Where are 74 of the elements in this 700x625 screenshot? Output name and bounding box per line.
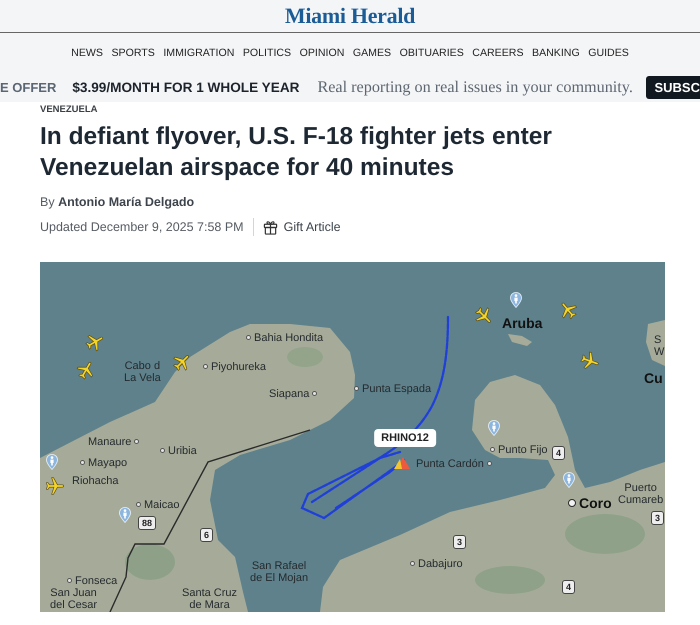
place-dot-icon [490,447,495,452]
place-label: Punto Fijo [498,444,548,456]
forest-area [475,566,545,594]
place-label: Uribia [168,444,197,456]
place-label: Coro [579,494,612,510]
airplane-icon [45,476,65,496]
forest-area [125,544,175,580]
nav-link[interactable]: SPORTS [111,47,155,59]
place-label: W [654,346,664,358]
headline: In defiant flyover, U.S. F-18 fighter jets enter Venezuelan airspace for 40 minutes [40,122,553,183]
gift-icon [262,220,278,234]
nav-link[interactable]: OBITUARIES [400,47,464,59]
route-sign: 88 [138,516,156,530]
route-sign: 4 [562,580,576,594]
nav-link[interactable]: POLITICS [242,47,292,59]
place-dot-icon [67,578,72,583]
place-label: Siapana [269,388,310,400]
place-label: Mayapo [88,456,128,468]
place-dot-icon [134,439,140,444]
place-dot-icon [354,386,359,391]
nav-link[interactable]: OPINION [300,47,344,59]
place-dot-icon [136,502,141,507]
nav-link[interactable]: CAREERS [472,47,524,59]
updated-date: Updated December 9, 2025 7:58 PM [40,220,244,234]
place-label: Bahia Hondita [254,332,324,344]
site-logo[interactable]: Miami Herald [284,3,416,29]
subscribe-button[interactable]: SUBSC [646,76,700,99]
route-sign: 6 [200,528,214,542]
place-label: San Juan del Cesar [50,586,98,610]
location-pin-icon [488,420,500,436]
place-label: Cu [644,370,663,386]
nav-link[interactable]: NEWS [71,47,103,59]
place-label: Cabo d La Vela [124,360,161,384]
place-label: Piyohureka [211,360,266,372]
place-dot-icon [80,460,85,465]
place-label: Riohacha [72,474,118,486]
place-dot-icon [486,461,492,466]
place-label: Fonseca [75,574,118,586]
location-pin-icon [563,472,575,488]
place-label: Santa Cruz de Mara [182,586,238,610]
place-label: Maicao [144,498,180,510]
byline: By Antonio María Delgado [40,194,196,211]
land-area [646,320,665,366]
place-dot-icon [203,364,208,369]
section-link[interactable]: VENEZUELA [40,104,660,116]
route-sign: 4 [552,446,566,460]
place-label: S [654,334,662,346]
route-sign: 3 [651,510,664,524]
offer-label: E OFFER [0,80,56,95]
place-dot-icon [312,391,318,396]
nav-link[interactable]: IMMIGRATION [163,47,234,59]
aircraft-marker-icon [393,456,411,470]
place-label: Manaure [88,436,132,448]
price-text: $3.99/MONTH FOR 1 WHOLE YEAR [72,80,300,95]
location-pin-icon [510,292,522,308]
promo-tagline: Real reporting on real issues in your community. [317,78,633,97]
gift-article-button[interactable]: Gift Article [262,220,341,234]
place-label: Punta Espada [362,382,432,394]
nav-link[interactable]: BANKING [532,47,580,59]
place-label: Punta Cardón [416,458,484,470]
place-dot-icon [410,561,415,566]
place-label: San Rafael de El Mojan [250,560,308,584]
place-label: Puerto Cumareb [618,482,664,506]
location-pin-icon [46,454,58,470]
nav-link[interactable]: GAMES [352,47,392,59]
place-dot-icon [246,335,251,340]
land-area [508,334,532,346]
place-label: Dabajuro [418,558,463,570]
location-pin-icon [119,506,131,522]
nav-link[interactable]: GUIDES [588,47,629,59]
route-sign: 3 [453,534,466,548]
place-label: Aruba [502,314,542,330]
place-dot-icon [160,448,165,453]
aircraft-callout: RHINO12 [374,428,436,446]
